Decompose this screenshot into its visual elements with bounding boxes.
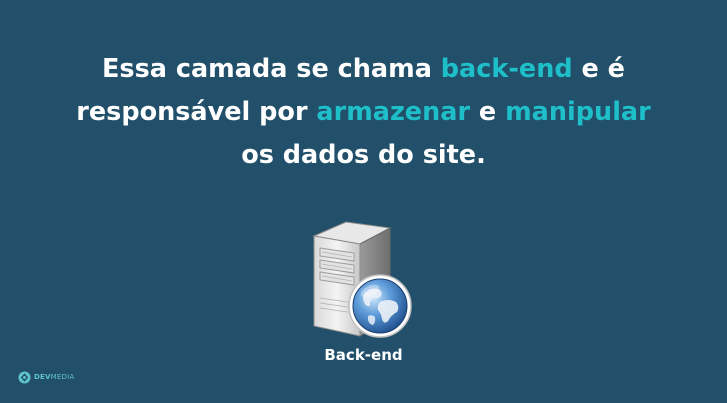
highlight-armazenar: armazenar bbox=[316, 97, 471, 127]
highlight-back-end: back-end bbox=[440, 54, 573, 84]
headline-text: responsável por bbox=[76, 97, 317, 127]
devmedia-logo: DEVMEDIA bbox=[18, 369, 74, 385]
server-globe-icon bbox=[306, 218, 418, 340]
brand-name-light: MEDIA bbox=[50, 373, 75, 381]
brand-name-bold: DEV bbox=[34, 373, 51, 381]
devmedia-logo-icon bbox=[18, 370, 31, 384]
headline-text: os dados do site. bbox=[241, 140, 486, 170]
headline-text: e bbox=[470, 97, 506, 127]
headline-text: e é bbox=[572, 54, 625, 84]
back-end-caption: Back-end bbox=[324, 346, 403, 364]
highlight-manipular: manipular bbox=[505, 97, 651, 127]
slide-headline: Essa camada se chama back-end e é respon… bbox=[0, 48, 727, 177]
headline-text: Essa camada se chama bbox=[102, 54, 441, 84]
